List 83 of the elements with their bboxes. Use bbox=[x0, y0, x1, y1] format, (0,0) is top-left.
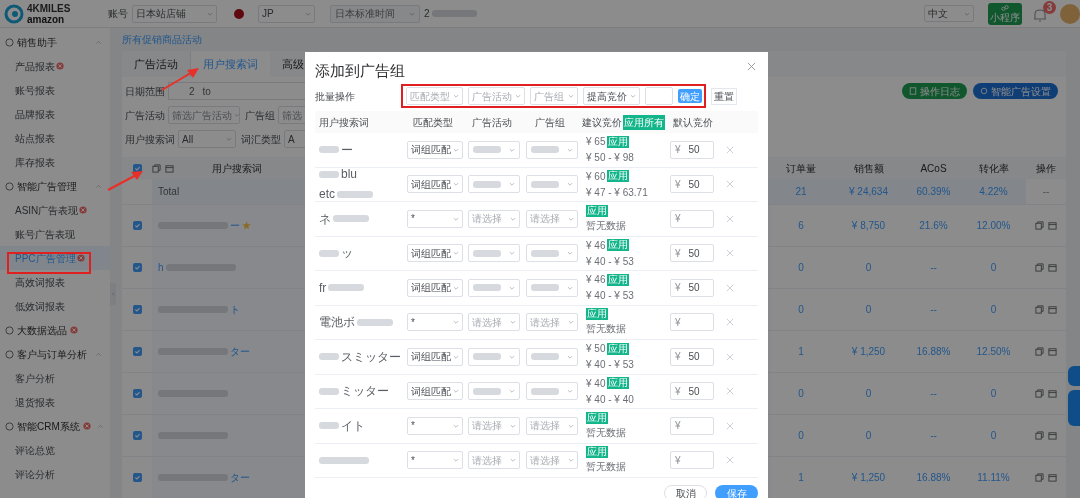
bid-range: ¥ 50 - ¥ 98 bbox=[586, 151, 634, 166]
search-term: ッ bbox=[341, 245, 353, 263]
bid-range: ¥ 40 - ¥ 53 bbox=[586, 289, 634, 304]
search-term: スミッター bbox=[341, 348, 401, 366]
table-cell-text: -- bbox=[930, 429, 937, 443]
table-cell-text: 16.88% bbox=[916, 471, 951, 485]
logo-text: amazon bbox=[27, 13, 66, 25]
table-cell-text: 12.00% bbox=[976, 219, 1011, 233]
suggested-bid: ¥ 65 bbox=[586, 135, 606, 150]
table-cell-text: 16.88% bbox=[916, 345, 951, 359]
table-cell-text: 12.50% bbox=[976, 345, 1011, 359]
search-term: ー bbox=[341, 141, 353, 159]
total-label: Total bbox=[158, 185, 180, 199]
table-cell-text: -- bbox=[1042, 185, 1050, 199]
no-data-text: 暂无数据 bbox=[586, 460, 626, 475]
table-cell-text: 0 bbox=[865, 261, 872, 275]
table-cell-text: 21 bbox=[795, 185, 807, 199]
filter-label: 日期范围 bbox=[125, 84, 165, 99]
logo-text: 4KMILES bbox=[27, 2, 71, 14]
table-cell-text: 0 bbox=[990, 387, 997, 401]
table-cell-text: 0 bbox=[865, 387, 872, 401]
column-header: 销售额 bbox=[853, 161, 884, 176]
filter-label: 词汇类型 bbox=[241, 132, 281, 147]
column-header: ACoS bbox=[920, 161, 947, 176]
dialog-title: 添加到广告组 bbox=[315, 60, 405, 81]
column-header: 广告组 bbox=[535, 116, 565, 128]
table-cell-text: 0 bbox=[798, 261, 804, 275]
column-header: 匹配类型 bbox=[413, 116, 453, 128]
table-cell-text: 0 bbox=[865, 429, 872, 443]
table-cell-text: 6 bbox=[798, 219, 804, 233]
table-cell-text: 0 bbox=[865, 303, 872, 317]
filter-label: 广告组 bbox=[245, 108, 275, 123]
table-cell-text: 11.11% bbox=[977, 471, 1010, 485]
column-header: 操作 bbox=[1036, 161, 1056, 176]
table-cell-text: 1 bbox=[798, 345, 804, 359]
table-cell-text: 0 bbox=[990, 303, 997, 317]
table-cell-text: 4.22% bbox=[979, 185, 1008, 199]
search-term: イト bbox=[341, 417, 365, 435]
search-term: ミッター bbox=[341, 383, 389, 401]
no-data-text: 暂无数据 bbox=[586, 218, 626, 233]
table-cell-text: -- bbox=[930, 387, 937, 401]
table-cell-text: 21.6% bbox=[919, 219, 948, 233]
bid-range: ¥ 40 - ¥ 53 bbox=[586, 254, 634, 269]
table-cell-text: 0 bbox=[798, 429, 804, 443]
bid-range: ¥ 40 - ¥ 53 bbox=[586, 358, 634, 373]
account-label: 账号 bbox=[108, 7, 128, 21]
suggested-bid: ¥ 60 bbox=[586, 169, 606, 184]
no-data-text: 暂无数据 bbox=[586, 425, 626, 440]
column-header: 默认竞价 bbox=[673, 116, 713, 128]
table-cell-text: ¥ 1,250 bbox=[851, 471, 886, 485]
table-cell-text: 0 bbox=[990, 429, 997, 443]
column-header: 订单量 bbox=[786, 161, 816, 176]
table-cell-text: ¥ 8,750 bbox=[851, 219, 886, 233]
suggested-bid: ¥ 50 bbox=[586, 342, 606, 357]
date-text: 2 bbox=[424, 7, 430, 21]
table-cell-text: 60.39% bbox=[916, 185, 951, 199]
table-cell-text: ¥ 1,250 bbox=[851, 345, 886, 359]
table-cell-text: ¥ 24,634 bbox=[849, 185, 888, 199]
no-data-text: 暂无数据 bbox=[586, 322, 626, 337]
column-header: 用户搜索词 bbox=[319, 116, 369, 128]
filter-label: 用户搜索词 bbox=[125, 132, 175, 147]
search-term: ネ bbox=[319, 210, 331, 228]
column-header: 建议竞价 bbox=[582, 115, 622, 130]
search-term: fr bbox=[319, 279, 327, 297]
suggested-bid: ¥ 46 bbox=[586, 238, 606, 253]
search-term: etc bbox=[319, 186, 335, 204]
search-term: blu bbox=[341, 166, 357, 184]
table-cell-text: -- bbox=[930, 261, 937, 275]
table-cell-text: 1 bbox=[798, 471, 804, 485]
suggested-bid: ¥ 40 bbox=[586, 376, 606, 391]
table-cell-text: -- bbox=[930, 303, 937, 317]
search-term: 電池ボ bbox=[319, 314, 355, 332]
table-cell-text: 0 bbox=[990, 261, 997, 275]
table-cell-text: 0 bbox=[798, 387, 804, 401]
filter-label: 广告活动 bbox=[125, 108, 165, 123]
table-cell-text: 0 bbox=[798, 303, 804, 317]
bid-range: ¥ 47 - ¥ 63.71 bbox=[586, 185, 648, 200]
column-header: 转化率 bbox=[978, 161, 1009, 176]
suggested-bid: ¥ 46 bbox=[586, 273, 606, 288]
column-header: 用户搜索词 bbox=[212, 161, 262, 176]
column-header: 广告活动 bbox=[472, 116, 512, 128]
bid-range: ¥ 40 - ¥ 40 bbox=[586, 392, 634, 407]
notification-badge: 3 bbox=[1043, 0, 1056, 14]
